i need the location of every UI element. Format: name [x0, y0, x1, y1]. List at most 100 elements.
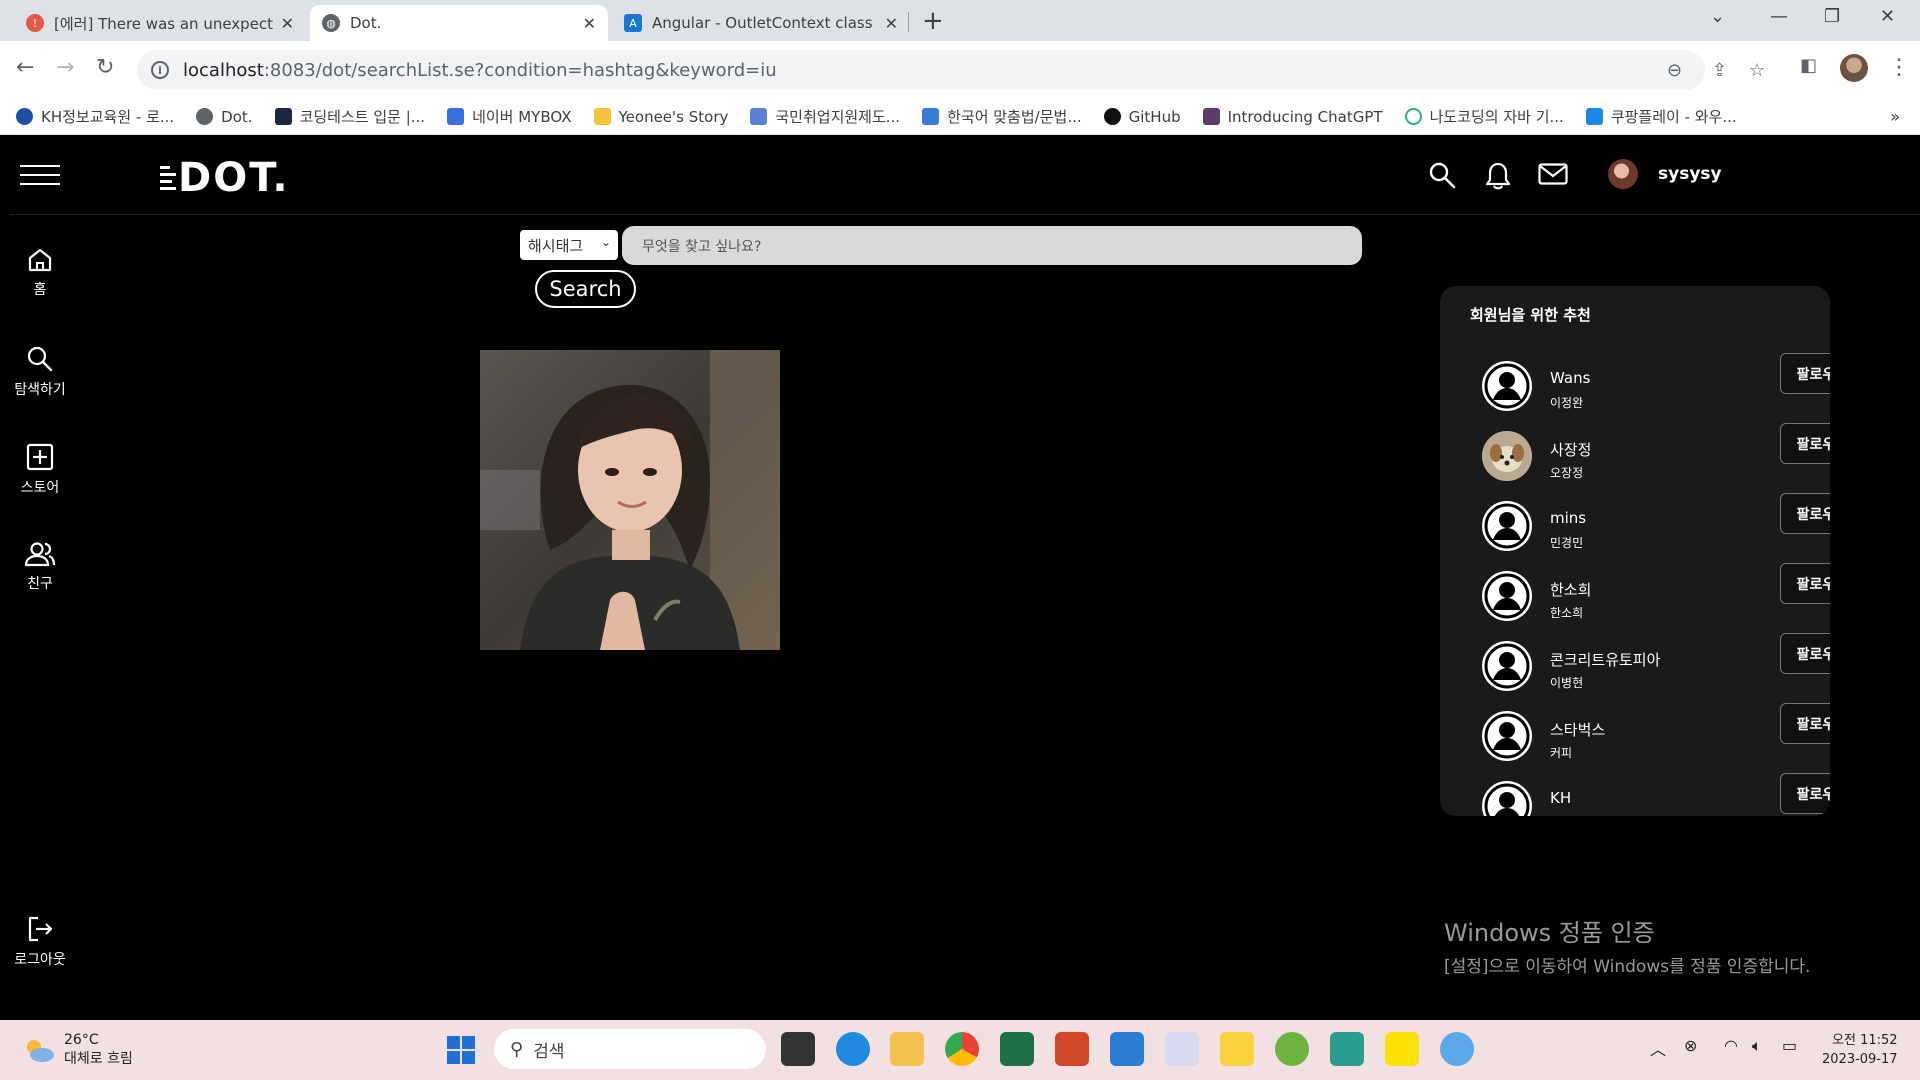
eclipse-icon[interactable]	[1440, 1032, 1474, 1066]
user-nickname[interactable]: 사장정	[1550, 439, 1591, 460]
close-window-icon[interactable]: ✕	[1880, 6, 1895, 27]
bookmark-chatgpt[interactable]: Introducing ChatGPT	[1202, 108, 1383, 126]
follow-button[interactable]: 팔로우	[1780, 703, 1830, 744]
follow-button[interactable]: 팔로우	[1780, 773, 1830, 814]
search-input[interactable]: 무엇을 찾고 싶나요?	[622, 226, 1362, 265]
volume-icon[interactable]: 🔈︎	[1752, 1036, 1762, 1056]
bookmark-label: 한국어 맞춤법/문법...	[947, 108, 1082, 126]
user-nickname[interactable]: 콘크리트유토피아	[1550, 649, 1660, 670]
powerpoint-icon[interactable]	[1055, 1032, 1089, 1066]
user-nickname[interactable]: 스타벅스	[1550, 719, 1605, 740]
sidebar-item-store[interactable]: 스토어	[0, 443, 80, 497]
explore-search-icon	[27, 346, 53, 372]
bookmark-mybox[interactable]: 네이버 MYBOX	[447, 106, 572, 127]
bookmark-github[interactable]: GitHub	[1103, 108, 1181, 126]
default-avatar-icon[interactable]	[1482, 711, 1532, 761]
follow-button[interactable]: 팔로우	[1780, 353, 1830, 394]
battery-icon[interactable]: ▭	[1782, 1036, 1797, 1055]
more-bookmarks-icon[interactable]: »	[1890, 107, 1900, 126]
tab-dot[interactable]: ◍ Dot. ✕	[310, 5, 608, 41]
snipping-tool-icon[interactable]	[1165, 1032, 1199, 1066]
user-nickname[interactable]: Wans	[1550, 369, 1590, 387]
search-result-post-image[interactable]	[480, 350, 780, 650]
bookmark-dot[interactable]: Dot.	[196, 108, 253, 126]
user-nickname[interactable]: mins	[1550, 509, 1586, 527]
spring-tool-icon[interactable]	[1275, 1032, 1309, 1066]
side-panel-icon[interactable]: ◧	[1800, 55, 1817, 76]
excel-icon[interactable]	[1000, 1032, 1034, 1066]
sidebar-item-home[interactable]: 홈	[0, 247, 80, 299]
bookmark-kh[interactable]: KH정보교육원 - 로...	[16, 106, 174, 127]
user-menu[interactable]: sysysy	[1608, 159, 1722, 189]
tray-chevron-up-icon[interactable]: ︿	[1650, 1036, 1666, 1060]
chrome-icon[interactable]	[945, 1032, 979, 1066]
default-avatar-icon[interactable]	[1482, 641, 1532, 691]
bookmark-coupangplay[interactable]: 쿠팡플레이 - 와우...	[1585, 106, 1737, 127]
share-icon[interactable]: ⇪	[1712, 60, 1727, 81]
address-bar[interactable]: i localhost:8083/dot/searchList.se?condi…	[137, 50, 1765, 90]
mail-icon[interactable]	[1538, 163, 1568, 185]
search-condition-select[interactable]: 해시태그 ⌄	[520, 230, 618, 260]
maximize-icon[interactable]: ❐	[1824, 6, 1840, 27]
sidebar-item-friends[interactable]: 친구	[0, 541, 80, 593]
tray-app-icon[interactable]: ⊗	[1684, 1036, 1697, 1055]
notepad-icon[interactable]	[1110, 1032, 1144, 1066]
default-avatar-icon[interactable]	[1482, 781, 1532, 816]
follow-button[interactable]: 팔로우	[1780, 493, 1830, 534]
follow-button[interactable]: 팔로우	[1780, 423, 1830, 464]
default-avatar-icon[interactable]	[1482, 361, 1532, 411]
weather-widget[interactable]: 26°C 대체로 흐림	[22, 1032, 133, 1068]
dot-logo[interactable]: DOT.	[160, 155, 290, 201]
back-icon[interactable]: ←	[16, 55, 34, 80]
user-nickname[interactable]: KH	[1550, 789, 1571, 807]
file-explorer-icon[interactable]	[890, 1032, 924, 1066]
zoom-icon[interactable]: ⊖	[1667, 60, 1682, 81]
search-icon[interactable]	[1428, 161, 1456, 189]
close-tab-icon[interactable]: ✕	[583, 14, 596, 33]
bookmark-spelling[interactable]: 한국어 맞춤법/문법...	[922, 106, 1082, 127]
task-view-icon[interactable]	[781, 1032, 815, 1066]
media-player-icon[interactable]	[1330, 1032, 1364, 1066]
user-nickname[interactable]: 한소희	[1550, 579, 1591, 600]
default-avatar-icon[interactable]	[1482, 501, 1532, 551]
new-tab-icon[interactable]: +	[922, 6, 944, 36]
taskbar-search[interactable]: ⚲ 검색	[494, 1029, 766, 1069]
tab-search-chevron-icon[interactable]: ⌄	[1710, 6, 1725, 27]
profile-avatar[interactable]	[1840, 54, 1868, 82]
menu-dots-icon[interactable]: ⋮	[1888, 55, 1910, 80]
activation-title: Windows 정품 인증	[1444, 919, 1655, 947]
bell-icon[interactable]	[1484, 161, 1512, 191]
minimize-icon[interactable]: —	[1770, 6, 1788, 27]
tab-error[interactable]: ! [에러] There was an unexpected ✕	[14, 5, 306, 41]
bookmark-nadocoding[interactable]: 나도코딩의 자바 기...	[1404, 106, 1564, 127]
tab-angular[interactable]: A Angular - OutletContext class fi ✕	[612, 5, 910, 41]
forward-icon[interactable]: →	[56, 55, 74, 80]
close-tab-icon[interactable]: ✕	[281, 14, 294, 33]
bookmark-yeonee[interactable]: Yeonee's Story	[593, 108, 728, 126]
sidebar-item-explore[interactable]: 탐색하기	[0, 345, 80, 399]
taskbar-clock[interactable]: 오전 11:52 2023-09-17	[1822, 1031, 1898, 1069]
bookmark-label: 국민취업지원제도...	[775, 108, 901, 126]
close-tab-icon[interactable]: ✕	[885, 14, 898, 33]
sticky-notes-icon[interactable]	[1220, 1032, 1254, 1066]
bookmarks-bar: KH정보교육원 - 로... Dot. 코딩테스트 입문 |... 네이버 MY…	[0, 99, 1920, 135]
hamburger-menu-icon[interactable]	[20, 165, 60, 185]
site-info-icon[interactable]: i	[151, 61, 169, 79]
edge-icon[interactable]	[836, 1032, 870, 1066]
follow-button[interactable]: 팔로우	[1780, 633, 1830, 674]
logout-button[interactable]: 로그아웃	[0, 915, 80, 969]
search-button[interactable]: Search	[535, 270, 636, 308]
bookmark-coding-test[interactable]: 코딩테스트 입문 |...	[274, 106, 425, 127]
reload-icon[interactable]: ↻	[96, 55, 114, 80]
tab-title: [에러] There was an unexpected	[54, 14, 273, 33]
mybox-icon	[447, 108, 465, 125]
bookmark-employment[interactable]: 국민취업지원제도...	[750, 106, 900, 127]
recommended-user: 콘크리트유토피아 이병현 팔로우	[1482, 633, 1830, 695]
puppy-avatar[interactable]	[1482, 431, 1532, 481]
windows-start-icon[interactable]	[446, 1035, 476, 1065]
wifi-icon[interactable]: ◠	[1724, 1036, 1738, 1055]
bookmark-star-icon[interactable]: ☆	[1749, 60, 1765, 81]
default-avatar-icon[interactable]	[1482, 571, 1532, 621]
kakaotalk-icon[interactable]	[1385, 1032, 1419, 1066]
follow-button[interactable]: 팔로우	[1780, 563, 1830, 604]
